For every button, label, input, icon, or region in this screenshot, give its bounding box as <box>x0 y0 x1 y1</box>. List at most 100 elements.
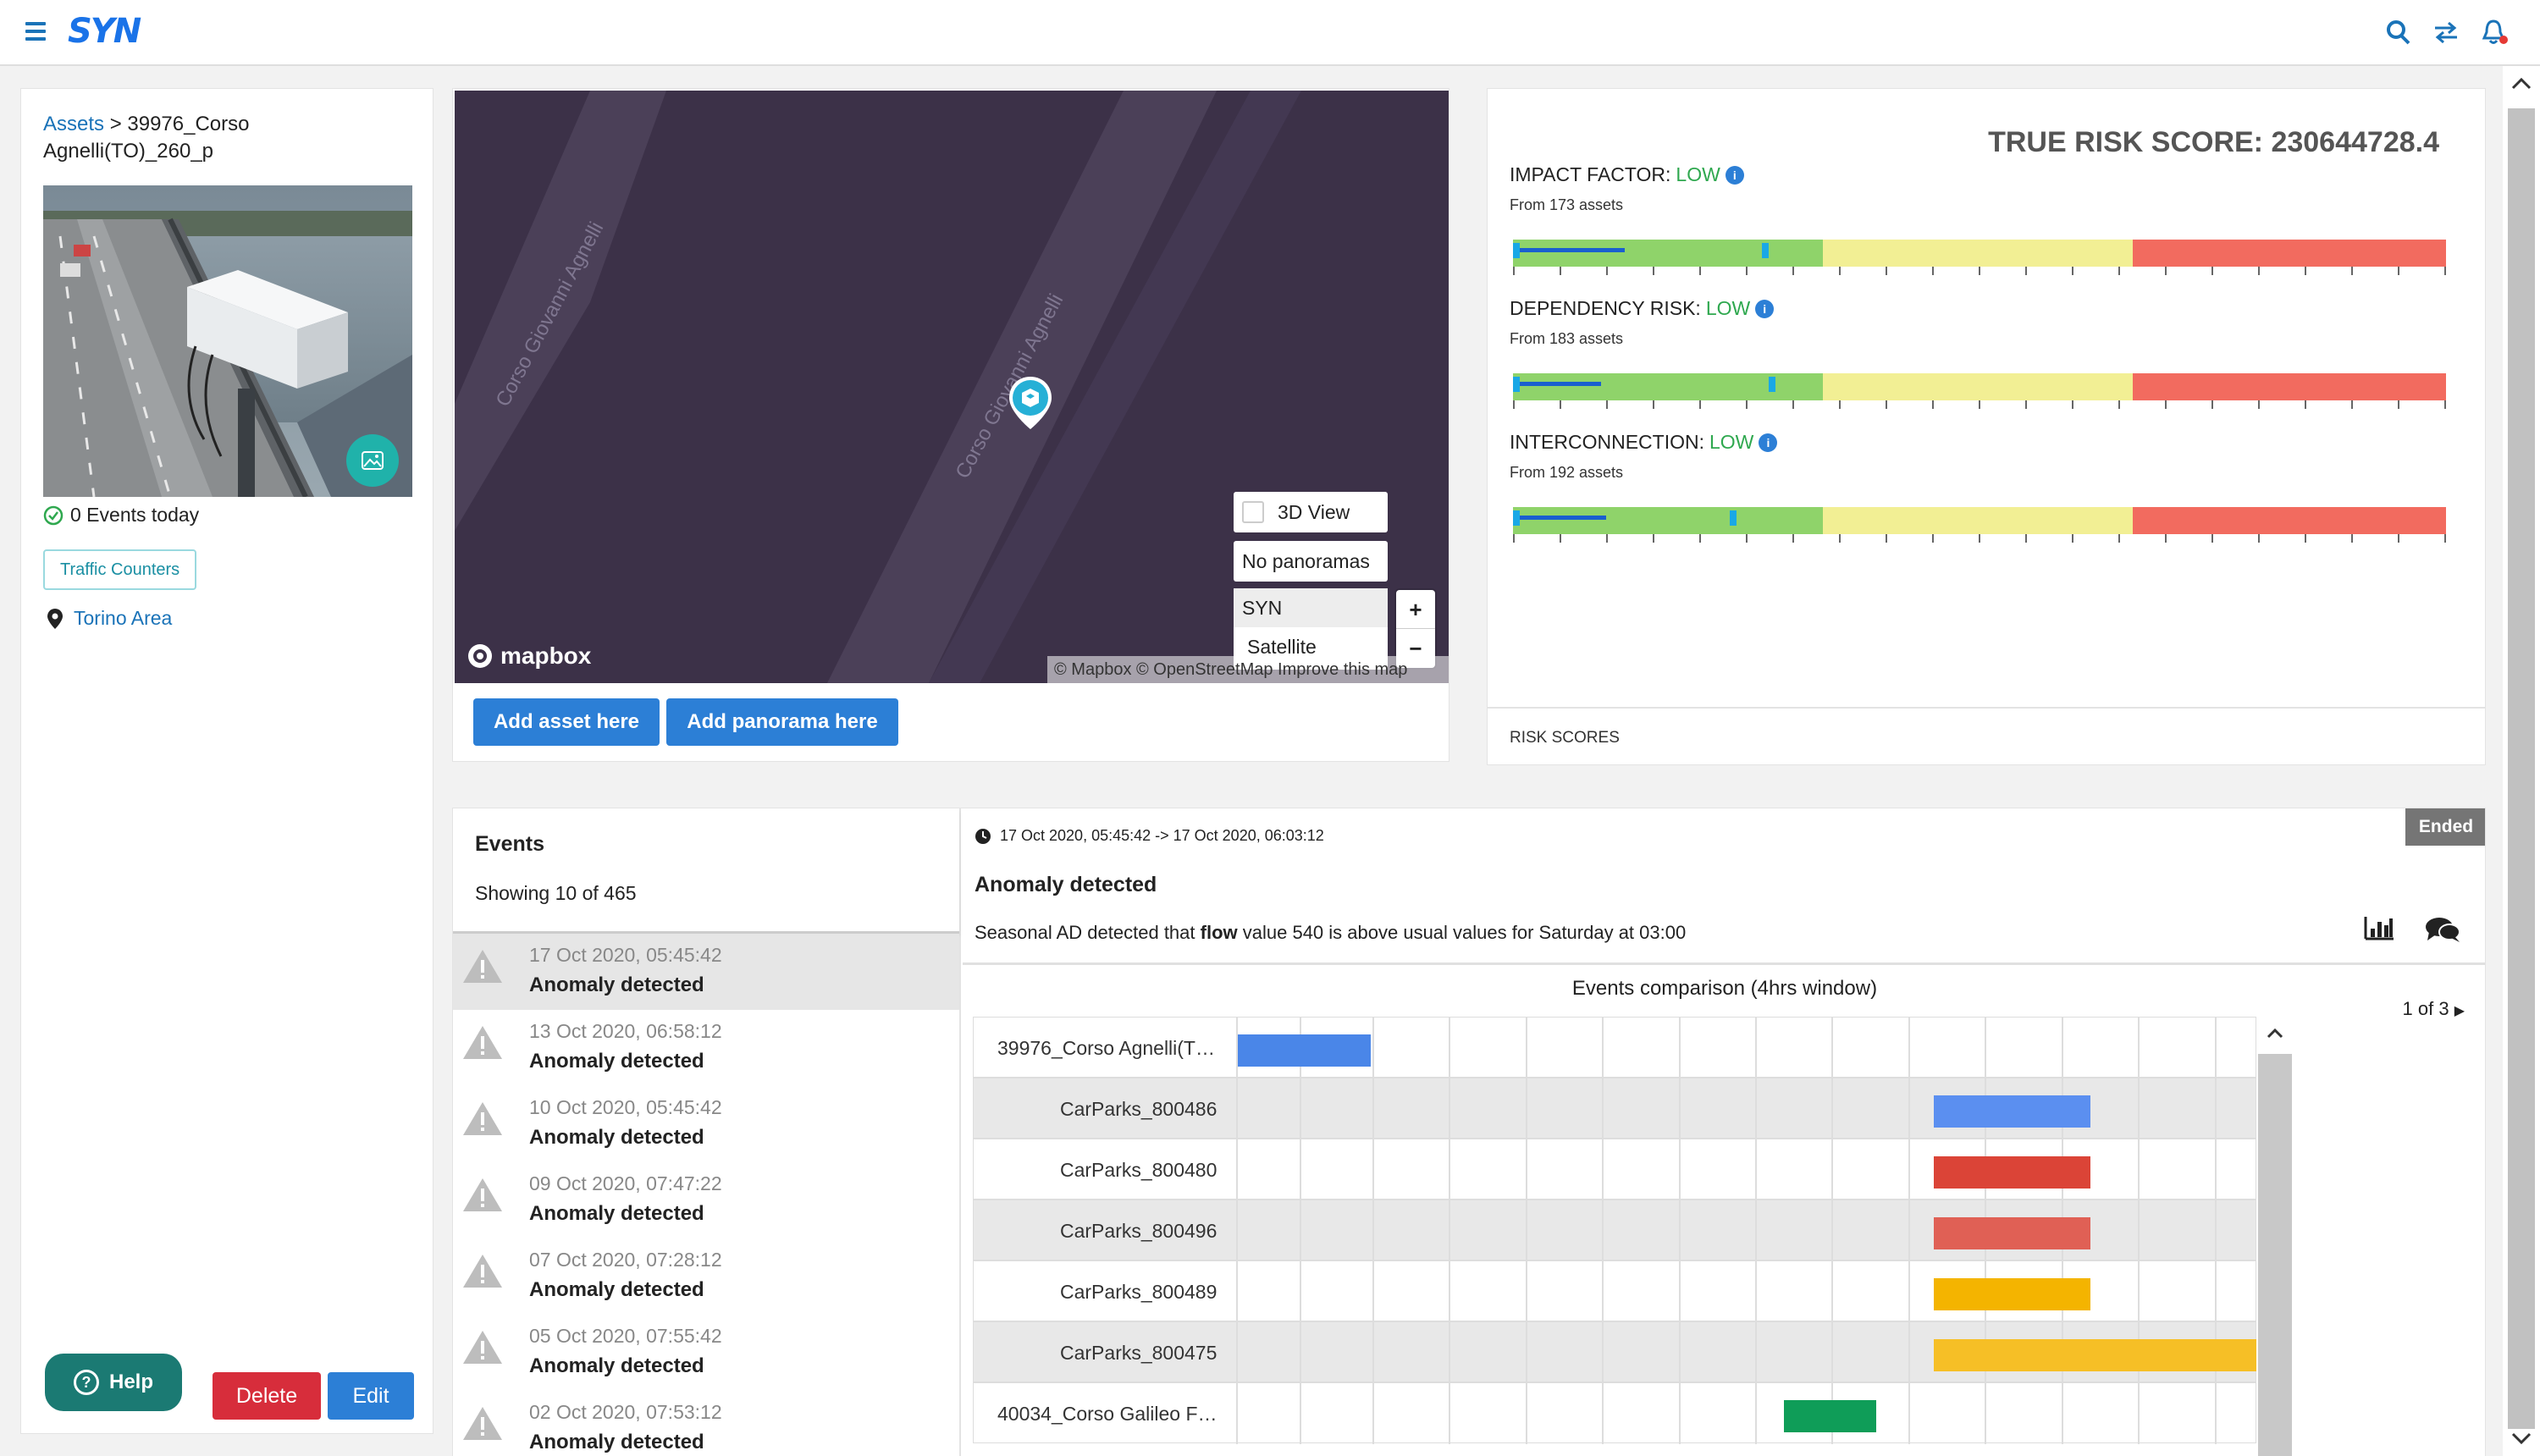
warning-icon <box>463 1102 502 1135</box>
mapbox-icon <box>468 644 492 668</box>
true-risk-score: TRUE RISK SCORE: 230644728.4 <box>1988 126 2439 158</box>
zoom-in-button[interactable]: + <box>1396 590 1435 629</box>
risk-level: LOW <box>1709 431 1754 453</box>
chevron-up-icon[interactable] <box>2503 66 2540 100</box>
comparison-pager[interactable]: 1 of 3 ▶ <box>2403 998 2465 1020</box>
area-link[interactable]: Torino Area <box>47 607 172 630</box>
chevron-right-icon[interactable]: ▶ <box>2454 1004 2465 1018</box>
map-attribution[interactable]: © Mapbox © OpenStreetMap Improve this ma… <box>1047 656 1449 683</box>
comments-icon[interactable] <box>2424 915 2461 944</box>
view3d-label: 3D View <box>1278 500 1350 523</box>
event-type: Anomaly detected <box>529 973 704 996</box>
search-icon[interactable] <box>2386 19 2411 46</box>
map-panel: Corso Giovanni Agnelli Corso Giovanni Ag… <box>452 88 1449 762</box>
chevron-up-icon[interactable] <box>2256 1017 2294 1051</box>
page-scrollbar[interactable] <box>2503 66 2540 1456</box>
event-list-item[interactable]: 17 Oct 2020, 05:45:42 Anomaly detected <box>453 934 959 1010</box>
delete-button[interactable]: Delete <box>213 1372 321 1420</box>
comparison-row[interactable]: CarParks_800489 <box>973 1260 2256 1322</box>
info-icon[interactable]: i <box>1759 433 1778 452</box>
mapbox-label: mapbox <box>500 643 592 669</box>
risk-from-count: From 183 assets <box>1510 330 1624 347</box>
event-list-item[interactable]: 10 Oct 2020, 05:45:42 Anomaly detected <box>453 1086 959 1162</box>
event-list-item[interactable]: 05 Oct 2020, 07:55:42 Anomaly detected <box>453 1315 959 1391</box>
event-list-item[interactable]: 09 Oct 2020, 07:47:22 Anomaly detected <box>453 1162 959 1238</box>
edit-button[interactable]: Edit <box>328 1372 414 1420</box>
notification-dot <box>2499 36 2508 44</box>
events-today-label: 0 Events today <box>70 504 200 526</box>
event-date: 17 Oct 2020, 05:45:42 <box>529 944 722 966</box>
comparison-event-bar[interactable] <box>1934 1278 2090 1310</box>
comparison-event-bar[interactable] <box>1934 1339 2259 1371</box>
help-label: Help <box>108 1371 153 1393</box>
risk-marker <box>1730 510 1737 526</box>
chevron-down-icon[interactable] <box>2503 1422 2540 1456</box>
info-icon[interactable]: i <box>1755 299 1775 318</box>
comparison-event-bar[interactable] <box>1238 1034 1371 1067</box>
menu-icon[interactable] <box>25 22 46 41</box>
events-list: Events Showing 10 of 465 17 Oct 2020, 05… <box>453 808 961 1456</box>
event-range-text: 17 Oct 2020, 05:45:42 -> 17 Oct 2020, 06… <box>1000 827 1324 844</box>
tag-traffic-counters[interactable]: Traffic Counters <box>43 549 197 590</box>
event-date: 05 Oct 2020, 07:55:42 <box>529 1325 722 1347</box>
warning-icon <box>463 1331 502 1364</box>
event-list-item[interactable]: 13 Oct 2020, 06:58:12 Anomaly detected <box>453 1010 959 1086</box>
comparison-row-label: CarParks_800480 <box>1060 1159 1218 1181</box>
gallery-button[interactable] <box>346 434 399 487</box>
warning-icon <box>463 1255 502 1288</box>
comparison-row[interactable]: CarParks_800480 <box>973 1139 2256 1200</box>
page-scroll-thumb[interactable] <box>2508 108 2535 1429</box>
check-circle-icon <box>43 505 64 525</box>
risk-marker <box>1769 377 1775 392</box>
comparison-row[interactable]: CarParks_800486 <box>973 1078 2256 1139</box>
comparison-row-label: 39976_Corso Agnelli(T… <box>997 1037 1215 1059</box>
bell-icon[interactable] <box>2481 19 2508 46</box>
comparison-event-bar[interactable] <box>1934 1095 2090 1128</box>
toggle-3d-view[interactable]: 3D View <box>1234 492 1388 532</box>
risk-label: INTERCONNECTION: <box>1510 431 1704 453</box>
comparison-scrollbar[interactable] <box>2256 1017 2294 1456</box>
comparison-event-bar[interactable] <box>1784 1400 1876 1432</box>
app-logo[interactable]: SYN <box>68 12 141 51</box>
asset-marker-icon[interactable] <box>1007 375 1054 435</box>
comparison-row[interactable]: CarParks_800475 <box>973 1321 2259 1383</box>
event-type: Anomaly detected <box>529 1202 704 1225</box>
comparison-row[interactable]: CarParks_800496 <box>973 1200 2256 1261</box>
event-list-item[interactable]: 02 Oct 2020, 07:53:12 Anomaly detected <box>453 1391 959 1456</box>
bar-chart-icon[interactable] <box>2363 915 2395 942</box>
warning-icon <box>463 1178 502 1211</box>
panoramas-label: No panoramas <box>1242 550 1370 572</box>
events-title: Events <box>475 832 544 856</box>
risk-gauge <box>1510 507 2449 546</box>
checkbox-3d[interactable] <box>1242 501 1264 523</box>
area-label: Torino Area <box>74 607 173 629</box>
risk-marker <box>1513 377 1520 392</box>
comparison-event-bar[interactable] <box>1934 1156 2090 1189</box>
breadcrumb-assets-link[interactable]: Assets <box>43 113 104 135</box>
desc-metric: flow <box>1200 922 1238 943</box>
map-view[interactable]: Corso Giovanni Agnelli Corso Giovanni Ag… <box>455 91 1449 683</box>
event-date: 07 Oct 2020, 07:28:12 <box>529 1249 722 1271</box>
comparison-row[interactable]: 39976_Corso Agnelli(T… <box>973 1017 2256 1078</box>
comparison-row-label: CarParks_800489 <box>1060 1281 1218 1303</box>
style-syn[interactable]: SYN <box>1234 588 1388 627</box>
swap-icon[interactable] <box>2433 19 2459 46</box>
breadcrumb-separator: > <box>109 113 122 135</box>
comparison-row-label: CarParks_800475 <box>1060 1342 1218 1364</box>
info-icon[interactable]: i <box>1725 165 1744 185</box>
add-panorama-button[interactable]: Add panorama here <box>666 698 898 746</box>
event-list-item[interactable]: 07 Oct 2020, 07:28:12 Anomaly detected <box>453 1238 959 1315</box>
help-button[interactable]: ? Help <box>45 1354 182 1411</box>
comparison-event-bar[interactable] <box>1934 1217 2090 1249</box>
risk-panel: TRUE RISK SCORE: 230644728.4 IMPACT FACT… <box>1487 88 2486 765</box>
risk-marker <box>1762 243 1769 258</box>
add-asset-button[interactable]: Add asset here <box>473 698 660 746</box>
comparison-row[interactable]: 40034_Corso Galileo F… <box>973 1382 2256 1444</box>
risk-title: IMPACT FACTOR: LOW i <box>1510 163 2458 186</box>
panoramas-dropdown[interactable]: No panoramas <box>1234 541 1388 582</box>
risk-scores-footer[interactable]: RISK SCORES <box>1488 707 2485 768</box>
risk-gauge <box>1510 240 2449 279</box>
scroll-thumb[interactable] <box>2258 1054 2292 1456</box>
mapbox-logo[interactable]: mapbox <box>467 643 591 670</box>
event-date: 02 Oct 2020, 07:53:12 <box>529 1401 722 1423</box>
